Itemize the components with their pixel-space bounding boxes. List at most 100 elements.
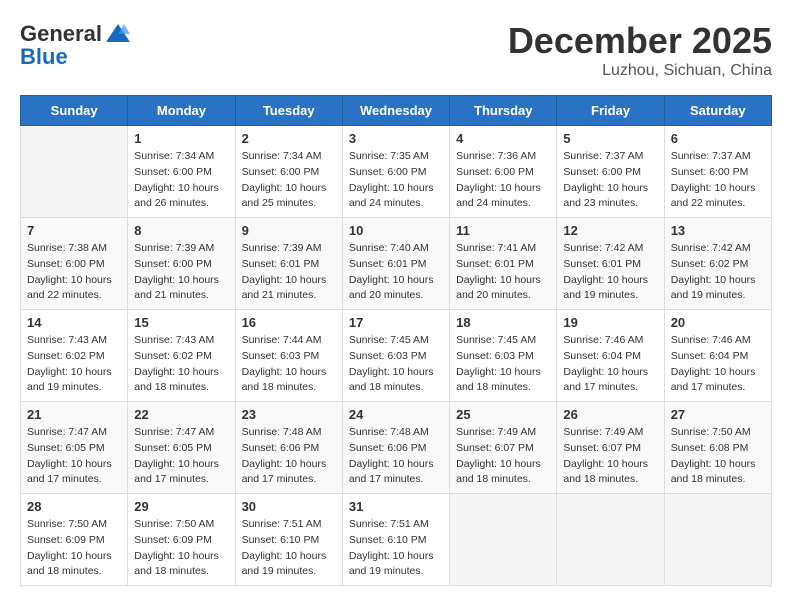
location: Luzhou, Sichuan, China	[508, 62, 772, 80]
day-number: 23	[242, 407, 336, 422]
calendar-cell: 8 Sunrise: 7:39 AM Sunset: 6:00 PM Daylig…	[128, 218, 235, 310]
calendar-cell: 17 Sunrise: 7:45 AM Sunset: 6:03 PM Dayli…	[342, 310, 449, 402]
day-info: Sunrise: 7:46 AM Sunset: 6:04 PM Dayligh…	[671, 333, 765, 396]
calendar-cell: 22 Sunrise: 7:47 AM Sunset: 6:05 PM Dayli…	[128, 402, 235, 494]
calendar-cell: 5 Sunrise: 7:37 AM Sunset: 6:00 PM Daylig…	[557, 126, 664, 218]
calendar-week-2: 7Sunrise: 7:38 AM Sunset: 6:00 PM Daylig…	[21, 218, 772, 310]
page-header: General Blue December 2025 Luzhou, Sichu…	[20, 20, 772, 80]
calendar-cell	[21, 126, 128, 218]
day-number: 10	[349, 223, 443, 238]
day-number: 21	[27, 407, 121, 422]
day-number: 11	[456, 223, 550, 238]
calendar-cell: 1 Sunrise: 7:34 AM Sunset: 6:00 PM Daylig…	[128, 126, 235, 218]
day-info: Sunrise: 7:34 AM Sunset: 6:00 PM Dayligh…	[242, 149, 336, 212]
day-number: 13	[671, 223, 765, 238]
calendar-cell: 27 Sunrise: 7:50 AM Sunset: 6:08 PM Dayli…	[664, 402, 771, 494]
weekday-header-sunday: Sunday	[21, 96, 128, 126]
calendar-cell	[664, 494, 771, 586]
day-number: 3	[349, 131, 443, 146]
day-info: Sunrise: 7:50 AM Sunset: 6:09 PM Dayligh…	[27, 517, 121, 580]
title-area: December 2025 Luzhou, Sichuan, China	[508, 20, 772, 80]
day-number: 25	[456, 407, 550, 422]
day-info: Sunrise: 7:37 AM Sunset: 6:00 PM Dayligh…	[563, 149, 657, 212]
calendar-cell: 30 Sunrise: 7:51 AM Sunset: 6:10 PM Dayli…	[235, 494, 342, 586]
day-info: Sunrise: 7:50 AM Sunset: 6:08 PM Dayligh…	[671, 425, 765, 488]
day-number: 17	[349, 315, 443, 330]
day-number: 28	[27, 499, 121, 514]
day-number: 18	[456, 315, 550, 330]
day-number: 6	[671, 131, 765, 146]
day-number: 22	[134, 407, 228, 422]
day-number: 19	[563, 315, 657, 330]
calendar-cell: 3 Sunrise: 7:35 AM Sunset: 6:00 PM Daylig…	[342, 126, 449, 218]
day-info: Sunrise: 7:34 AM Sunset: 6:00 PM Dayligh…	[134, 149, 228, 212]
day-number: 15	[134, 315, 228, 330]
day-info: Sunrise: 7:47 AM Sunset: 6:05 PM Dayligh…	[134, 425, 228, 488]
calendar-cell: 21Sunrise: 7:47 AM Sunset: 6:05 PM Dayli…	[21, 402, 128, 494]
calendar-cell: 7Sunrise: 7:38 AM Sunset: 6:00 PM Daylig…	[21, 218, 128, 310]
month-title: December 2025	[508, 20, 772, 62]
day-number: 7	[27, 223, 121, 238]
day-number: 5	[563, 131, 657, 146]
day-number: 26	[563, 407, 657, 422]
weekday-header-thursday: Thursday	[450, 96, 557, 126]
day-info: Sunrise: 7:42 AM Sunset: 6:02 PM Dayligh…	[671, 241, 765, 304]
calendar-cell: 4 Sunrise: 7:36 AM Sunset: 6:00 PM Daylig…	[450, 126, 557, 218]
day-info: Sunrise: 7:49 AM Sunset: 6:07 PM Dayligh…	[456, 425, 550, 488]
day-info: Sunrise: 7:39 AM Sunset: 6:00 PM Dayligh…	[134, 241, 228, 304]
day-info: Sunrise: 7:45 AM Sunset: 6:03 PM Dayligh…	[349, 333, 443, 396]
day-info: Sunrise: 7:51 AM Sunset: 6:10 PM Dayligh…	[242, 517, 336, 580]
calendar-cell: 23Sunrise: 7:48 AM Sunset: 6:06 PM Dayli…	[235, 402, 342, 494]
day-info: Sunrise: 7:35 AM Sunset: 6:00 PM Dayligh…	[349, 149, 443, 212]
day-info: Sunrise: 7:45 AM Sunset: 6:03 PM Dayligh…	[456, 333, 550, 396]
day-info: Sunrise: 7:41 AM Sunset: 6:01 PM Dayligh…	[456, 241, 550, 304]
weekday-header-wednesday: Wednesday	[342, 96, 449, 126]
logo-icon	[104, 20, 132, 48]
weekday-header-tuesday: Tuesday	[235, 96, 342, 126]
day-number: 16	[242, 315, 336, 330]
weekday-header-row: SundayMondayTuesdayWednesdayThursdayFrid…	[21, 96, 772, 126]
day-info: Sunrise: 7:43 AM Sunset: 6:02 PM Dayligh…	[134, 333, 228, 396]
day-info: Sunrise: 7:43 AM Sunset: 6:02 PM Dayligh…	[27, 333, 121, 396]
day-number: 2	[242, 131, 336, 146]
day-number: 27	[671, 407, 765, 422]
weekday-header-saturday: Saturday	[664, 96, 771, 126]
calendar-cell: 12Sunrise: 7:42 AM Sunset: 6:01 PM Dayli…	[557, 218, 664, 310]
weekday-header-monday: Monday	[128, 96, 235, 126]
day-info: Sunrise: 7:42 AM Sunset: 6:01 PM Dayligh…	[563, 241, 657, 304]
calendar-cell: 2 Sunrise: 7:34 AM Sunset: 6:00 PM Daylig…	[235, 126, 342, 218]
calendar-week-1: 1 Sunrise: 7:34 AM Sunset: 6:00 PM Daylig…	[21, 126, 772, 218]
day-number: 31	[349, 499, 443, 514]
calendar-cell: 20 Sunrise: 7:46 AM Sunset: 6:04 PM Dayli…	[664, 310, 771, 402]
calendar-cell	[557, 494, 664, 586]
calendar-cell: 10Sunrise: 7:40 AM Sunset: 6:01 PM Dayli…	[342, 218, 449, 310]
day-info: Sunrise: 7:46 AM Sunset: 6:04 PM Dayligh…	[563, 333, 657, 396]
logo: General Blue	[20, 20, 132, 70]
day-info: Sunrise: 7:49 AM Sunset: 6:07 PM Dayligh…	[563, 425, 657, 488]
calendar-week-5: 28 Sunrise: 7:50 AM Sunset: 6:09 PM Dayli…	[21, 494, 772, 586]
calendar-cell: 31 Sunrise: 7:51 AM Sunset: 6:10 PM Dayli…	[342, 494, 449, 586]
calendar-cell: 19 Sunrise: 7:46 AM Sunset: 6:04 PM Dayli…	[557, 310, 664, 402]
day-number: 14	[27, 315, 121, 330]
day-number: 30	[242, 499, 336, 514]
calendar-cell: 11 Sunrise: 7:41 AM Sunset: 6:01 PM Dayli…	[450, 218, 557, 310]
day-info: Sunrise: 7:48 AM Sunset: 6:06 PM Dayligh…	[349, 425, 443, 488]
day-number: 1	[134, 131, 228, 146]
day-info: Sunrise: 7:44 AM Sunset: 6:03 PM Dayligh…	[242, 333, 336, 396]
calendar-cell: 28 Sunrise: 7:50 AM Sunset: 6:09 PM Dayli…	[21, 494, 128, 586]
day-number: 24	[349, 407, 443, 422]
day-number: 8	[134, 223, 228, 238]
day-number: 20	[671, 315, 765, 330]
calendar-week-3: 14 Sunrise: 7:43 AM Sunset: 6:02 PM Dayli…	[21, 310, 772, 402]
calendar-cell: 25 Sunrise: 7:49 AM Sunset: 6:07 PM Dayli…	[450, 402, 557, 494]
calendar-week-4: 21 Sunrise: 7:47 AM Sunset: 6:05 PM Dayli…	[21, 402, 772, 494]
day-info: Sunrise: 7:51 AM Sunset: 6:10 PM Dayligh…	[349, 517, 443, 580]
day-number: 9	[242, 223, 336, 238]
calendar-cell: 14 Sunrise: 7:43 AM Sunset: 6:02 PM Dayli…	[21, 310, 128, 402]
calendar-cell: 29Sunrise: 7:50 AM Sunset: 6:09 PM Dayli…	[128, 494, 235, 586]
day-info: Sunrise: 7:50 AM Sunset: 6:09 PM Dayligh…	[134, 517, 228, 580]
day-info: Sunrise: 7:39 AM Sunset: 6:01 PM Dayligh…	[242, 241, 336, 304]
day-info: Sunrise: 7:36 AM Sunset: 6:00 PM Dayligh…	[456, 149, 550, 212]
calendar-cell: 26 Sunrise: 7:49 AM Sunset: 6:07 PM Dayli…	[557, 402, 664, 494]
day-number: 4	[456, 131, 550, 146]
